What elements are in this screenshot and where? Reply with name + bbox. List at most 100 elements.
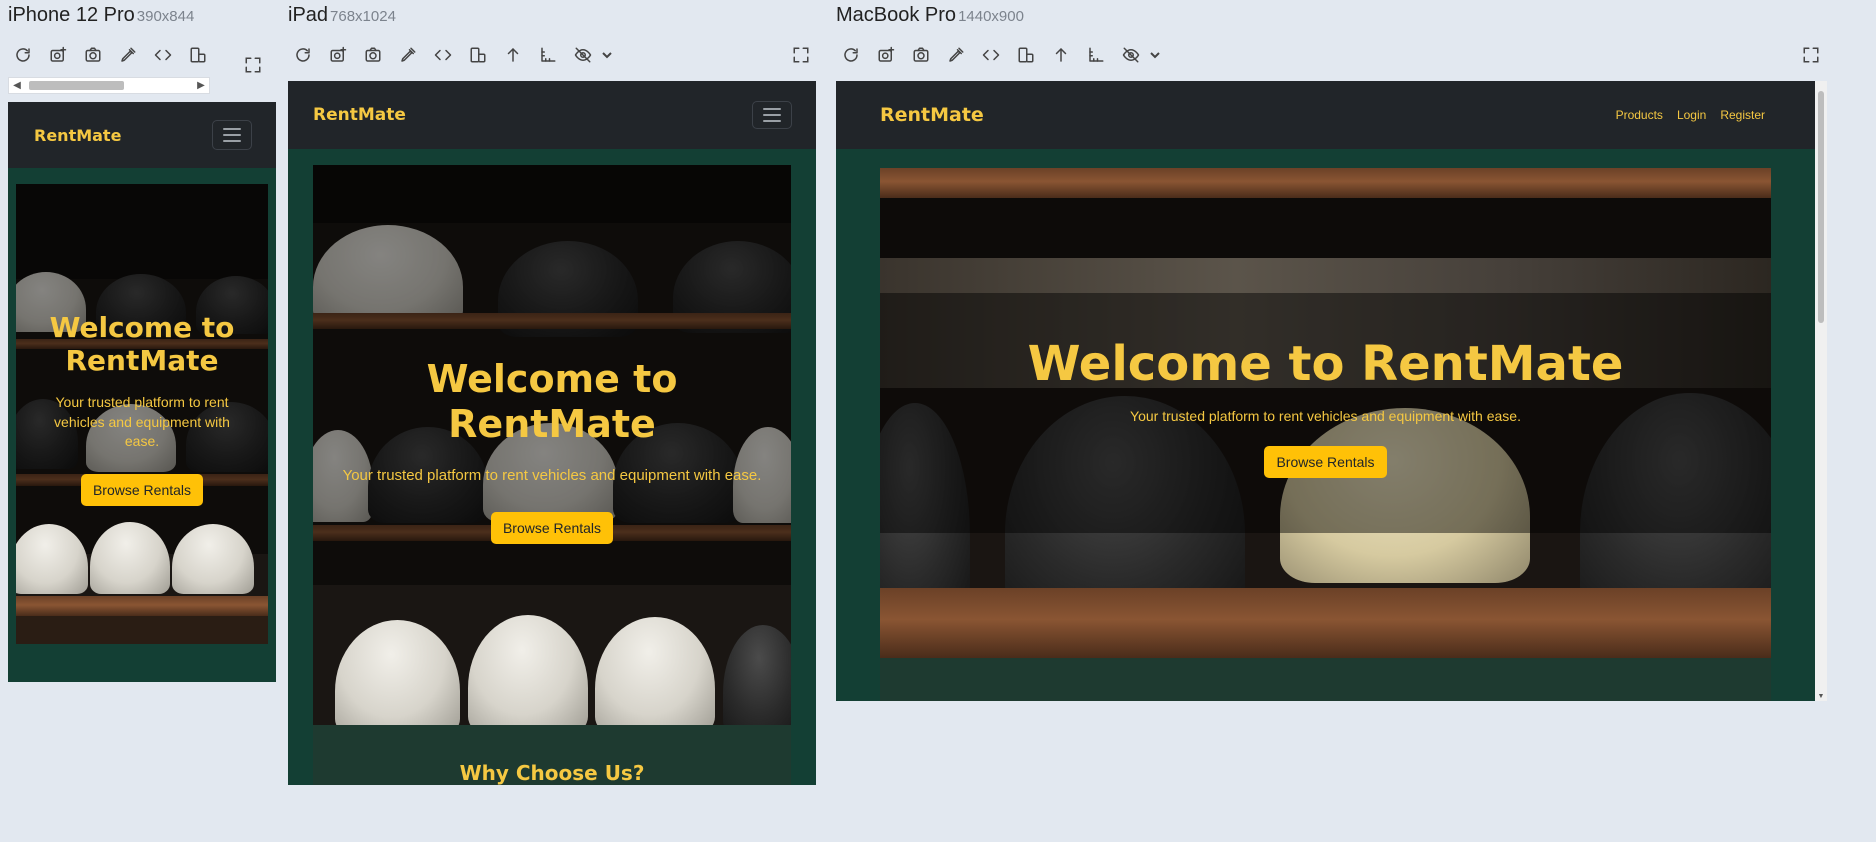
site-navbar: RentMate Products Login Register — [836, 81, 1815, 149]
iphone-viewport: RentMate Welcome to RentMate Your truste… — [8, 102, 276, 682]
reload-button[interactable] — [285, 42, 320, 68]
menu-toggle-button[interactable] — [752, 101, 792, 129]
ipad-viewport: RentMate Welcome to RentMate Your truste… — [288, 81, 816, 785]
nav-link-login[interactable]: Login — [1677, 108, 1706, 122]
rotate-device-button[interactable] — [180, 42, 215, 68]
color-picker-icon — [120, 47, 135, 62]
browse-rentals-button[interactable]: Browse Rentals — [1264, 446, 1387, 479]
device-size: 390x844 — [136, 8, 195, 25]
browse-rentals-button[interactable]: Browse Rentals — [80, 473, 204, 506]
arrow-up-icon — [1055, 48, 1066, 62]
reload-button[interactable] — [833, 42, 868, 68]
reload-icon — [15, 48, 30, 62]
scroll-right-icon[interactable]: ▶ — [193, 78, 209, 93]
hero-section: Welcome to RentMate Your trusted platfor… — [16, 184, 268, 644]
hero-subtitle: Your trusted platform to rent vehicles a… — [1130, 407, 1521, 424]
ruler-icon — [1088, 47, 1103, 62]
site-navbar: RentMate — [8, 102, 276, 168]
code-icon — [982, 49, 999, 61]
device-name: MacBook Pro — [836, 4, 957, 26]
device-title: MacBook Pro 1440x900 — [836, 4, 1024, 27]
color-picker-button[interactable] — [110, 42, 145, 68]
fullscreen-button[interactable] — [788, 42, 814, 68]
color-picker-icon — [948, 47, 963, 62]
device-toolbar — [833, 42, 1162, 68]
camera-button[interactable] — [75, 42, 110, 68]
device-title: iPad 768x1024 — [288, 4, 396, 27]
chevron-down-icon — [1150, 52, 1160, 59]
hero-subtitle: Your trusted platform to rent vehicles a… — [342, 466, 762, 484]
reload-button[interactable] — [5, 42, 40, 68]
color-picker-button[interactable] — [938, 42, 973, 68]
section-title: Why Choose Us? — [459, 761, 645, 785]
hide-options-dropdown[interactable] — [1148, 42, 1162, 68]
code-button[interactable] — [425, 42, 460, 68]
scroll-down-icon[interactable]: ▼ — [1815, 693, 1827, 701]
hero-content: Welcome to RentMate Your trusted platfor… — [880, 336, 1771, 479]
nav-link-products[interactable]: Products — [1616, 108, 1663, 122]
camera-icon — [85, 47, 100, 62]
scroll-to-top-button[interactable] — [1043, 42, 1078, 68]
screenshot-viewport-icon — [878, 46, 894, 62]
code-icon — [154, 49, 171, 61]
screenshot-viewport-button[interactable] — [40, 42, 75, 68]
ruler-button[interactable] — [530, 42, 565, 68]
hero-content: Welcome to RentMate Your trusted platfor… — [313, 357, 791, 544]
site-navbar: RentMate — [288, 81, 816, 149]
browse-rentals-button[interactable]: Browse Rentals — [490, 511, 614, 544]
expand-icon — [1803, 47, 1819, 63]
camera-button[interactable] — [355, 42, 390, 68]
screenshot-viewport-button[interactable] — [320, 42, 355, 68]
color-picker-button[interactable] — [390, 42, 425, 68]
features-section — [880, 658, 1771, 701]
device-toolbar — [5, 42, 215, 68]
features-section: Why Choose Us? — [313, 725, 791, 785]
screenshot-viewport-button[interactable] — [868, 42, 903, 68]
brand-logo[interactable]: RentMate — [34, 126, 121, 145]
device-name: iPad — [288, 4, 329, 26]
scrollbar-thumb[interactable] — [1818, 91, 1824, 323]
ruler-button[interactable] — [1078, 42, 1113, 68]
device-title: iPhone 12 Pro 390x844 — [8, 4, 194, 27]
vertical-scrollbar[interactable]: ▼ — [1815, 81, 1827, 701]
device-toolbar — [285, 42, 614, 68]
code-button[interactable] — [973, 42, 1008, 68]
nav-link-register[interactable]: Register — [1720, 108, 1765, 122]
rotate-device-button[interactable] — [460, 42, 495, 68]
hide-button[interactable] — [565, 42, 600, 68]
fullscreen-button[interactable] — [1798, 42, 1824, 68]
screenshot-viewport-icon — [50, 46, 66, 62]
chevron-down-icon — [602, 52, 612, 59]
reload-icon — [843, 48, 858, 62]
hide-button[interactable] — [1113, 42, 1148, 68]
rotate-device-icon — [470, 47, 485, 63]
eye-off-icon — [1122, 47, 1139, 63]
code-icon — [434, 49, 451, 61]
expand-icon — [793, 47, 809, 63]
color-picker-icon — [400, 47, 415, 62]
hero-subtitle: Your trusted platform to rent vehicles a… — [54, 394, 230, 450]
device-name: iPhone 12 Pro — [8, 4, 135, 26]
scrollbar-thumb[interactable] — [29, 81, 124, 90]
fullscreen-button[interactable] — [240, 52, 266, 78]
expand-icon — [245, 57, 261, 73]
brand-logo[interactable]: RentMate — [880, 104, 984, 126]
arrow-up-icon — [507, 48, 518, 62]
scroll-left-icon[interactable]: ◀ — [9, 78, 25, 93]
device-size: 1440x900 — [958, 8, 1024, 25]
eye-off-icon — [574, 47, 591, 63]
ruler-icon — [540, 47, 555, 62]
brand-logo[interactable]: RentMate — [313, 105, 406, 125]
horizontal-scrollbar[interactable]: ◀ ▶ — [8, 77, 210, 94]
hide-options-dropdown[interactable] — [600, 42, 614, 68]
code-button[interactable] — [145, 42, 180, 68]
hero-title: Welcome to RentMate — [49, 311, 235, 378]
hero-title: Welcome to RentMate — [1027, 336, 1624, 392]
hero-content: Welcome to RentMate Your trusted platfor… — [16, 311, 268, 506]
menu-toggle-button[interactable] — [212, 120, 252, 150]
scroll-to-top-button[interactable] — [495, 42, 530, 68]
camera-button[interactable] — [903, 42, 938, 68]
device-size: 768x1024 — [330, 8, 396, 25]
rotate-device-button[interactable] — [1008, 42, 1043, 68]
macbook-viewport: RentMate Products Login Register Welcome… — [836, 81, 1815, 701]
